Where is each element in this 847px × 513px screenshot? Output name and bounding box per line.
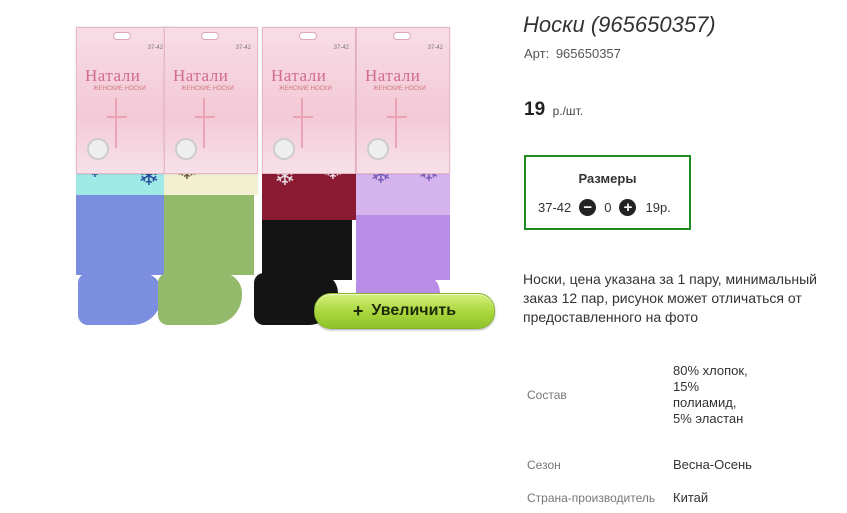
card-sub: ЖЕНСКИЕ НОСКИ (279, 86, 332, 92)
sizes-box: Размеры 37-42 − 0 + 19р. (524, 155, 691, 230)
badge-icon (175, 138, 197, 160)
product-title: Носки (965650357) (523, 12, 716, 37)
spec-value: Китай (673, 490, 709, 505)
product-image[interactable]: ❄ ❄ 37-42 Натали ЖЕНСКИЕ НОСКИ ❄ ❄ 37-42… (70, 15, 480, 325)
sock-lilac: ❄ ❄ 37-42 Натали ЖЕНСКИЕ НОСКИ (350, 15, 460, 325)
card-sub: ЖЕНСКИЕ НОСКИ (373, 86, 426, 92)
plus-icon: + (352, 300, 364, 321)
spec-label: Страна-производитель (527, 491, 656, 505)
sizes-header: Размеры (578, 171, 637, 186)
spec-label: Сезон (527, 458, 561, 472)
sock-green: ❄ ❄ 37-42 Натали ЖЕНСКИЕ НОСКИ (158, 15, 268, 325)
card-brand: Натали (365, 66, 421, 85)
label-card: 37-42 Натали ЖЕНСКИЕ НОСКИ (76, 27, 170, 174)
card-sub: ЖЕНСКИЕ НОСКИ (181, 86, 234, 92)
card-size: 37-42 (333, 45, 349, 51)
article-label: Арт: (524, 46, 550, 61)
badge-icon (87, 138, 109, 160)
product-description: Носки, цена указана за 1 пару, минимальн… (523, 271, 817, 325)
price-unit: р./шт. (552, 104, 584, 118)
card-brand: Натали (85, 66, 141, 85)
spec-value: Весна-Осень (673, 457, 752, 472)
card-brand: Натали (173, 66, 229, 85)
specs-table: Состав 80% хлопок, 15% полиамид, 5% элас… (524, 345, 753, 511)
table-row: Состав 80% хлопок, 15% полиамид, 5% элас… (524, 345, 753, 445)
plus-icon[interactable]: + (619, 199, 637, 216)
card-size: 37-42 (235, 45, 251, 51)
size-label: 37-42 (538, 200, 572, 215)
badge-icon (367, 138, 389, 160)
spec-label: Состав (527, 388, 567, 402)
table-row: Сезон Весна-Осень (524, 445, 753, 485)
zoom-button[interactable]: + Увеличить (314, 293, 495, 329)
quantity-value[interactable]: 0 (604, 200, 611, 215)
card-brand: Натали (271, 66, 327, 85)
minus-icon[interactable]: − (579, 199, 597, 216)
card-sub: ЖЕНСКИЕ НОСКИ (93, 86, 146, 92)
card-size: 37-42 (427, 45, 443, 51)
price: 19 р./шт. (524, 99, 583, 121)
zoom-button-label: Увеличить (371, 302, 457, 319)
article-number: Арт: 965650357 (524, 46, 621, 61)
badge-icon (273, 138, 295, 160)
size-price: 19р. (645, 200, 671, 215)
spec-value: 80% хлопок, 15% полиамид, 5% эластан (673, 363, 748, 426)
label-card: 37-42 Натали ЖЕНСКИЕ НОСКИ (164, 27, 258, 174)
article-value: 965650357 (555, 46, 621, 61)
table-row: Страна-производитель Китай (524, 485, 753, 511)
label-card: 37-42 Натали ЖЕНСКИЕ НОСКИ (262, 27, 356, 174)
price-value: 19 (524, 99, 546, 120)
size-row: 37-42 − 0 + 19р. (538, 199, 671, 216)
label-card: 37-42 Натали ЖЕНСКИЕ НОСКИ (356, 27, 450, 174)
